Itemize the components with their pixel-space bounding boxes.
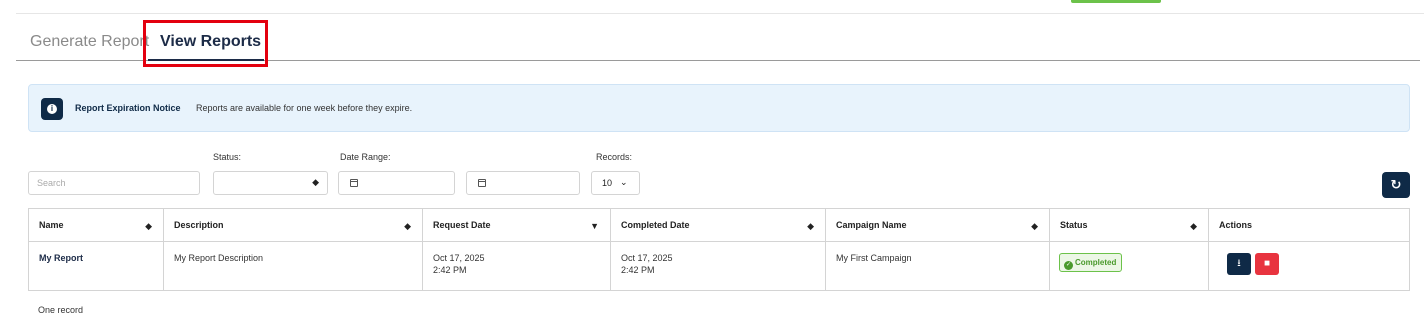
refresh-icon: ↻ — [1390, 177, 1402, 192]
search-input[interactable] — [29, 172, 199, 194]
notice-text: Reports are available for one week befor… — [196, 103, 413, 113]
status-filter-label: Status: — [213, 152, 242, 162]
select-caret-icon: ◆ — [312, 177, 319, 187]
reports-table: Name ◆ Description ◆ Request Date ▼ Comp… — [28, 208, 1410, 291]
date-range-start[interactable] — [338, 171, 455, 195]
calendar-icon — [478, 179, 486, 187]
campaign-name: My First Campaign — [836, 253, 912, 263]
search-field — [28, 171, 200, 195]
request-date: Oct 17, 2025 — [433, 253, 485, 263]
notice-title: Report Expiration Notice — [75, 103, 181, 113]
date-range-label: Date Range: — [340, 152, 391, 162]
column-header-completed-date[interactable]: Completed Date ◆ — [610, 208, 826, 242]
completed-time: 2:42 PM — [621, 265, 655, 275]
date-range-end[interactable] — [466, 171, 580, 195]
sort-desc-icon: ▼ — [590, 221, 599, 231]
sort-icon: ◆ — [1190, 221, 1197, 231]
sort-icon: ◆ — [1031, 221, 1038, 231]
column-header-status[interactable]: Status ◆ — [1049, 208, 1209, 242]
column-header-name[interactable]: Name ◆ — [28, 208, 164, 242]
report-description: My Report Description — [174, 253, 264, 263]
sort-icon: ◆ — [404, 221, 411, 231]
check-circle-icon: ✓ — [1064, 261, 1073, 270]
calendar-icon — [350, 179, 358, 187]
records-label: Records: — [596, 152, 633, 162]
report-tabs: Generate Report View Reports — [16, 20, 1420, 61]
info-icon: i — [41, 98, 63, 120]
column-header-actions: Actions — [1208, 208, 1410, 242]
chevron-down-icon: ⌄ — [620, 177, 628, 187]
expiration-notice: i Report Expiration Notice Reports are a… — [28, 84, 1410, 132]
refresh-button[interactable]: ↻ — [1382, 172, 1410, 198]
completed-date: Oct 17, 2025 — [621, 253, 673, 263]
tab-view-reports[interactable]: View Reports — [160, 32, 261, 52]
top-divider — [16, 13, 1424, 14]
trash-icon: ■ — [1263, 258, 1271, 269]
records-per-page-select[interactable]: 10 ⌄ — [591, 171, 640, 195]
active-tab-underline — [148, 59, 264, 61]
request-time: 2:42 PM — [433, 265, 467, 275]
records-value: 10 — [602, 178, 613, 188]
status-text: Completed — [1075, 258, 1117, 267]
column-header-request-date[interactable]: Request Date ▼ — [422, 208, 611, 242]
top-green-accent — [1071, 0, 1161, 3]
delete-button[interactable]: ■ — [1255, 253, 1279, 275]
table-header-row: Name ◆ Description ◆ Request Date ▼ Comp… — [28, 208, 1410, 242]
table-row: My Report My Report Description Oct 17, … — [28, 241, 1410, 291]
column-header-campaign-name[interactable]: Campaign Name ◆ — [825, 208, 1050, 242]
download-icon: ⭳ — [1237, 258, 1241, 269]
status-select[interactable]: ◆ — [213, 171, 328, 195]
report-name-link[interactable]: My Report — [39, 253, 83, 263]
tab-generate-report[interactable]: Generate Report — [30, 32, 149, 52]
download-button[interactable]: ⭳ — [1227, 253, 1251, 275]
sort-icon: ◆ — [807, 221, 814, 231]
sort-icon: ◆ — [145, 221, 152, 231]
column-header-description[interactable]: Description ◆ — [163, 208, 423, 242]
status-badge: ✓ Completed — [1059, 253, 1123, 272]
record-count: One record — [38, 305, 84, 315]
